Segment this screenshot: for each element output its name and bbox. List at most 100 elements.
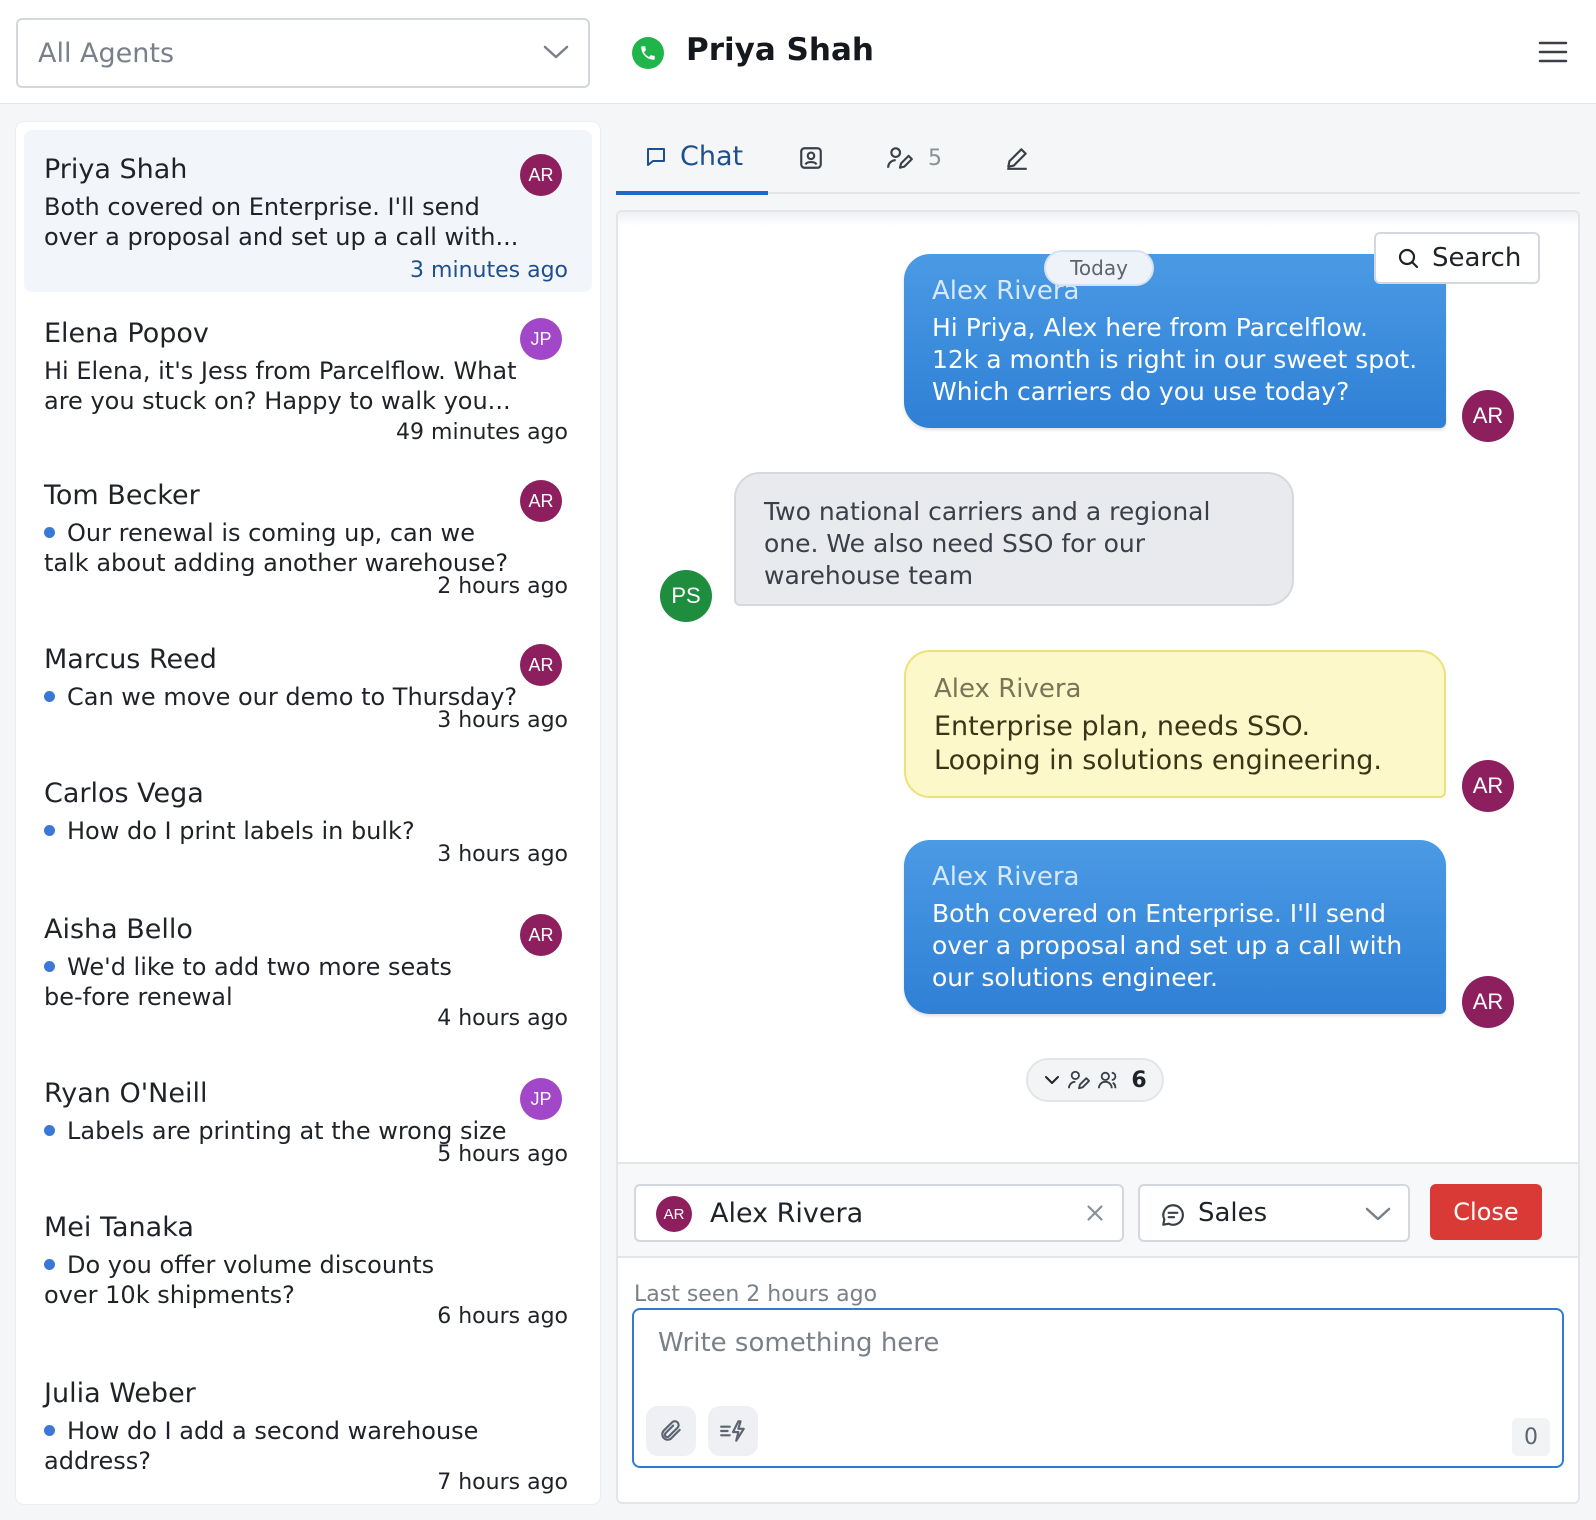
chevron-down-icon (1365, 1207, 1391, 1221)
contact-name: Priya Shah (686, 32, 874, 68)
message-composer: 0 (632, 1308, 1564, 1468)
search-button[interactable]: Search (1374, 232, 1540, 284)
conversation-time: 3 hours ago (437, 708, 568, 733)
conversation-preview: Do you offer volume discounts over 10k s… (44, 1250, 494, 1310)
conversation-time: 5 hours ago (437, 1142, 568, 1167)
preview-text: Do you offer volume discounts over 10k s… (44, 1251, 435, 1309)
avatar: AR (1462, 976, 1514, 1028)
avatar: AR (656, 1196, 692, 1232)
team-value: Sales (1198, 1198, 1268, 1228)
conversation-time: 4 hours ago (437, 1006, 568, 1031)
participants-count: 5 (928, 145, 942, 171)
avatar: AR (1462, 760, 1514, 812)
attach-button[interactable] (646, 1406, 696, 1456)
avatar: AR (1462, 390, 1514, 442)
unread-dot (44, 960, 55, 972)
top-bar: All Agents Priya Shah (0, 0, 1596, 104)
avatar: JP (520, 1078, 562, 1120)
conversation-item[interactable]: Julia Weber How do I add a second wareho… (24, 1354, 592, 1504)
unread-dot (44, 690, 55, 702)
conversation-item[interactable]: Carlos Vega How do I print labels in bul… (24, 754, 592, 888)
avatar: AR (520, 644, 562, 686)
conversation-time: 2 hours ago (437, 574, 568, 599)
conversation-time: 7 hours ago (437, 1470, 568, 1495)
assignee-select[interactable]: AR Alex Rivera (634, 1184, 1124, 1242)
close-conversation-button[interactable]: Close (1430, 1184, 1542, 1240)
search-label: Search (1432, 243, 1522, 273)
unread-dot (44, 1258, 55, 1270)
preview-text: Labels are printing at the wrong size (67, 1117, 507, 1145)
conversation-item[interactable]: Ryan O'Neill JP Labels are printing at t… (24, 1054, 592, 1186)
message-bubble: Alex Rivera Hi Priya, Alex here from Par… (904, 254, 1446, 428)
preview-text: Our renewal is coming up, can we talk ab… (44, 519, 509, 577)
message-sender: Alex Rivera (932, 276, 1080, 306)
unread-dot (44, 824, 55, 836)
message-text: Enterprise plan, needs SSO. Looping in s… (934, 711, 1382, 776)
preview-text: Can we move our demo to Thursday? (67, 683, 518, 711)
tab-chat[interactable]: Chat (616, 122, 768, 195)
events-count: 6 (1131, 1067, 1147, 1093)
conversation-time: 49 minutes ago (396, 420, 568, 445)
close-icon[interactable] (1082, 1200, 1108, 1226)
last-seen-status: Last seen 2 hours ago (634, 1282, 878, 1307)
message-bubble: Alex Rivera Both covered on Enterprise. … (904, 840, 1446, 1014)
conversation-preview: Our renewal is coming up, can we talk ab… (44, 518, 519, 578)
conversation-preview: Hi Elena, it's Jess from Parcelflow. Wha… (44, 356, 519, 416)
events-toggle[interactable]: 6 (1026, 1058, 1164, 1102)
conversation-time: 3 minutes ago (410, 258, 568, 283)
contact-card-icon (800, 147, 822, 169)
avatar: AR (520, 480, 562, 522)
internal-note-bubble: Alex Rivera Enterprise plan, needs SSO. … (904, 650, 1446, 798)
preview-text: Hi Elena, it's Jess from Parcelflow. Wha… (44, 357, 517, 415)
conversation-list: Priya Shah AR Both covered on Enterprise… (16, 122, 600, 1504)
conversation-name: Julia Weber (44, 1378, 196, 1409)
conversation-item[interactable]: Priya Shah AR Both covered on Enterprise… (24, 130, 592, 292)
conversation-name: Ryan O'Neill (44, 1078, 208, 1109)
tab-participants[interactable]: 5 (886, 122, 976, 194)
preview-text: We'd like to add two more seats be-fore … (44, 953, 452, 1011)
tab-chat-label: Chat (680, 141, 744, 172)
conversation-item[interactable]: Aisha Bello AR We'd like to add two more… (24, 890, 592, 1052)
menu-icon[interactable] (1538, 40, 1568, 64)
tab-contact[interactable] (798, 122, 848, 194)
users-icon (1098, 1071, 1117, 1089)
conversation-name: Elena Popov (44, 318, 209, 349)
unread-dot (44, 1424, 55, 1436)
agent-filter-select[interactable]: All Agents (16, 18, 590, 88)
character-count: 0 (1512, 1418, 1550, 1456)
unread-dot (44, 526, 55, 538)
message-input[interactable] (634, 1310, 1562, 1404)
conversation-name: Marcus Reed (44, 644, 217, 675)
conversation-name: Mei Tanaka (44, 1212, 194, 1243)
conversation-name: Aisha Bello (44, 914, 193, 945)
conversation-name: Carlos Vega (44, 778, 204, 809)
conversation-time: 3 hours ago (437, 842, 568, 867)
date-divider: Today (1044, 250, 1154, 286)
team-select[interactable]: Sales (1138, 1184, 1410, 1242)
conversation-preview: Both covered on Enterprise. I'll send ov… (44, 192, 519, 252)
conversation-time: 6 hours ago (437, 1304, 568, 1329)
preview-text: How do I add a second warehouse address? (44, 1417, 479, 1475)
agent-filter-value: All Agents (38, 37, 175, 69)
message-thread[interactable]: Today Search Alex Rivera Hi Priya, Alex … (618, 212, 1578, 1182)
preview-text: Both covered on Enterprise. I'll send ov… (44, 193, 519, 251)
preview-text: How do I print labels in bulk? (67, 817, 415, 845)
avatar: AR (520, 154, 562, 196)
conversation-preview: We'd like to add two more seats be-fore … (44, 952, 494, 1012)
avatar: PS (660, 570, 712, 622)
search-icon (1398, 248, 1419, 269)
conversation-item[interactable]: Elena Popov JP Hi Elena, it's Jess from … (24, 294, 592, 454)
chat-bubble-icon (647, 147, 665, 166)
user-edit-icon (887, 147, 913, 169)
tab-notes[interactable] (1004, 122, 1054, 194)
conversation-name: Tom Becker (44, 480, 200, 511)
scroll-shadow (618, 212, 1578, 226)
message-circle-icon (1162, 1204, 1184, 1226)
conversation-item[interactable]: Tom Becker AR Our renewal is coming up, … (24, 456, 592, 618)
quick-reply-button[interactable] (708, 1406, 758, 1456)
conversation-item[interactable]: Marcus Reed AR Can we move our demo to T… (24, 620, 592, 752)
conversation-item[interactable]: Mei Tanaka Do you offer volume discounts… (24, 1188, 592, 1352)
message-text: Both covered on Enterprise. I'll send ov… (932, 899, 1403, 992)
avatar: AR (520, 914, 562, 956)
conversation-preview: How do I add a second warehouse address? (44, 1416, 494, 1476)
